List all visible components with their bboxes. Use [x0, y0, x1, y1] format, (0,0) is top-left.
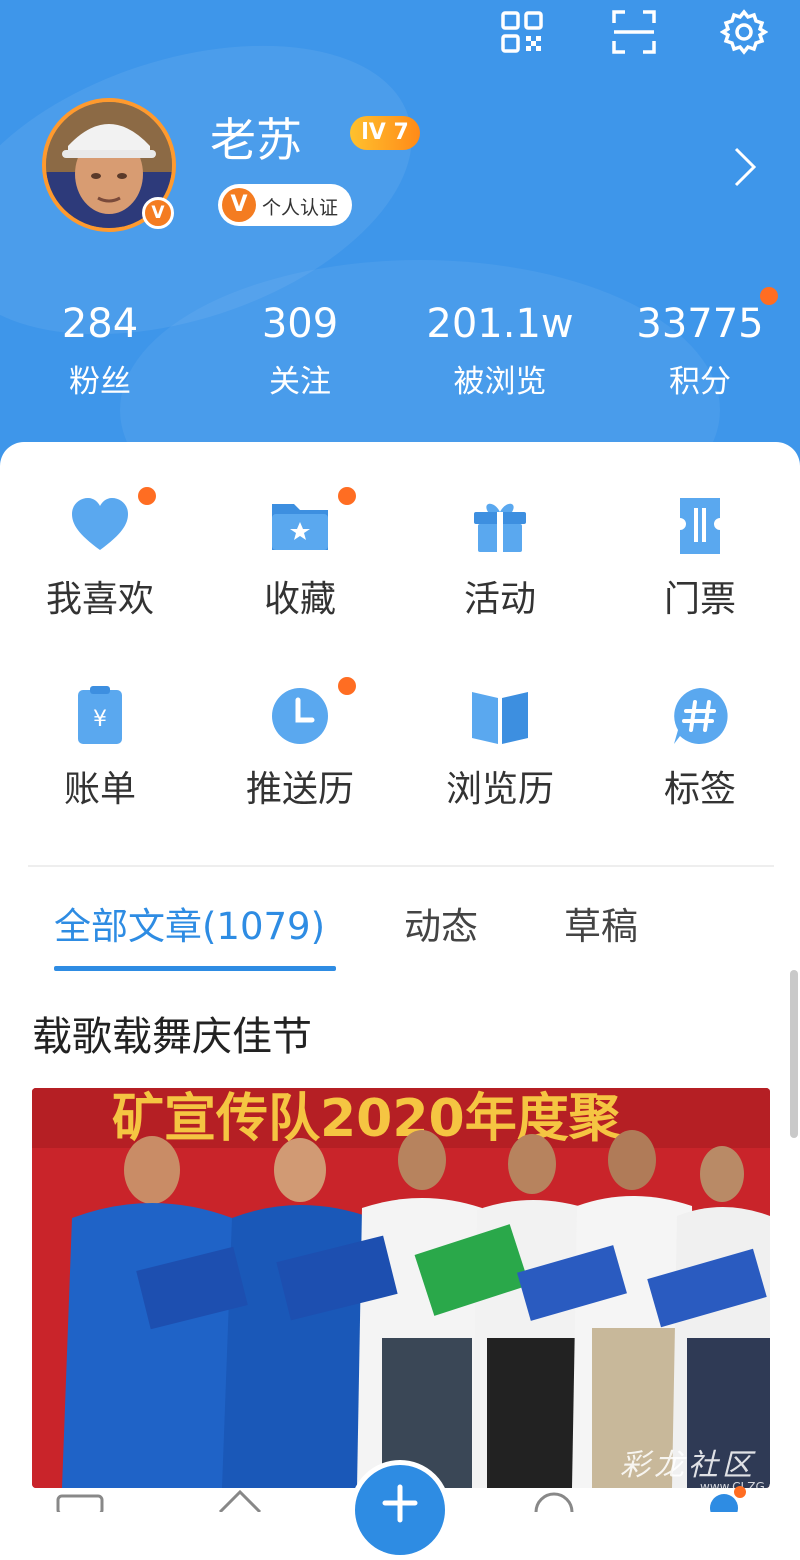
stat-fans[interactable]: 284 粉丝: [0, 298, 200, 414]
verify-v-icon: V: [222, 188, 256, 222]
ticket-icon: [680, 498, 720, 554]
home-nav-icon[interactable]: [56, 1492, 104, 1512]
scan-icon[interactable]: [610, 8, 658, 56]
profile-header: V 老苏 lV 7 V 个人认证 284 粉丝 309 关注 201.1w 被浏…: [0, 0, 800, 470]
section-divider: [28, 865, 774, 867]
add-post-button[interactable]: [350, 1460, 450, 1560]
verify-label: 个人认证: [262, 197, 339, 219]
menu-label: 收藏: [263, 579, 336, 620]
stat-views[interactable]: 201.1w 被浏览: [400, 298, 600, 414]
gift-icon: [474, 503, 526, 552]
qr-code-icon[interactable]: [498, 8, 546, 56]
stat-value: 33775: [636, 301, 764, 347]
menu-item-activities[interactable]: 活动: [400, 494, 600, 622]
discover-nav-icon[interactable]: [216, 1486, 264, 1512]
notification-dot: [338, 677, 356, 695]
settings-icon[interactable]: [720, 8, 768, 56]
menu-item-browse-history[interactable]: 浏览历: [400, 684, 600, 812]
menu-label: 我喜欢: [45, 579, 154, 620]
choir-photo: 矿宣传队2020年度聚: [32, 1088, 770, 1488]
menu-label: 标签: [663, 769, 736, 810]
plus-icon: [382, 1484, 418, 1523]
menu-item-tags[interactable]: 标签: [600, 684, 800, 812]
stat-label: 关注: [269, 364, 331, 400]
notification-dot: [760, 287, 778, 305]
stat-value: 201.1w: [426, 301, 574, 347]
folder-star-icon: [272, 504, 328, 550]
menu-label: 门票: [663, 579, 736, 620]
stat-label: 粉丝: [69, 364, 131, 400]
verified-badge: V: [142, 197, 174, 229]
stat-label: 积分: [669, 364, 731, 400]
notification-dot: [338, 487, 356, 505]
stat-value: 284: [61, 301, 139, 347]
menu-label: 活动: [463, 579, 536, 620]
heart-icon: [72, 498, 128, 550]
book-icon: [472, 692, 528, 744]
menu-item-bills[interactable]: ¥ 账单: [0, 684, 200, 812]
notification-dot: [138, 487, 156, 505]
username: 老苏: [210, 113, 302, 167]
stat-label: 被浏览: [453, 364, 547, 400]
menu-label: 推送历: [245, 769, 354, 810]
tab-all-articles[interactable]: 全部文章(1079): [54, 896, 325, 950]
stat-value: 309: [261, 301, 339, 347]
tab-updates[interactable]: 动态: [404, 896, 478, 950]
tab-drafts[interactable]: 草稿: [564, 896, 638, 950]
article-image[interactable]: 矿宣传队2020年度聚: [32, 1088, 770, 1488]
chevron-right-icon[interactable]: [730, 145, 760, 189]
scrollbar[interactable]: [790, 970, 798, 1138]
article-title[interactable]: 载歌载舞庆佳节: [32, 1004, 312, 1062]
clock-icon: [272, 688, 328, 744]
message-nav-icon[interactable]: [530, 1490, 578, 1512]
active-tab-indicator: [54, 966, 336, 971]
menu-label: 账单: [63, 769, 136, 810]
level-badge: lV 7: [350, 116, 420, 150]
verification-tag[interactable]: V 个人认证: [218, 184, 352, 226]
stat-following[interactable]: 309 关注: [200, 298, 400, 414]
menu-item-push-history[interactable]: 推送历: [200, 684, 400, 812]
menu-item-favorites[interactable]: 收藏: [200, 494, 400, 622]
stat-points[interactable]: 33775 积分: [600, 298, 800, 414]
profile-nav-icon[interactable]: [700, 1486, 748, 1512]
hashtag-icon: [674, 688, 728, 744]
menu-item-tickets[interactable]: 门票: [600, 494, 800, 622]
menu-item-likes[interactable]: 我喜欢: [0, 494, 200, 622]
menu-label: 浏览历: [445, 769, 554, 810]
svg-text:¥: ¥: [93, 707, 107, 732]
bill-icon: ¥: [78, 686, 122, 744]
